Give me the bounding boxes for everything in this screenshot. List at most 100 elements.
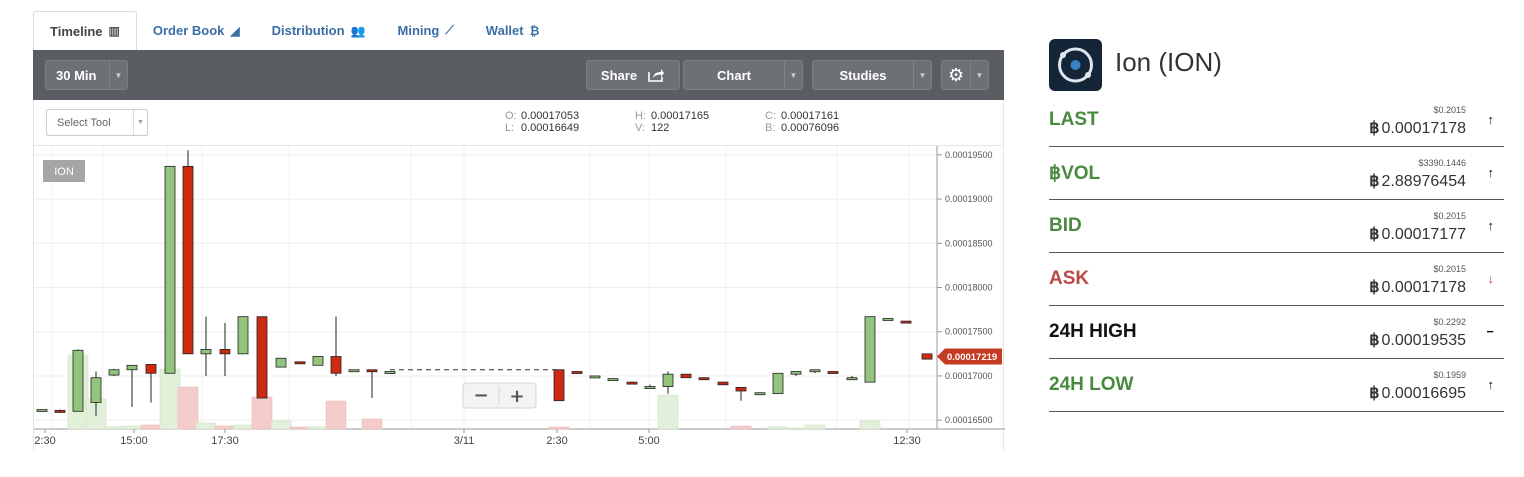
volume-bar — [307, 426, 329, 430]
zoom-out-button[interactable]: − — [473, 385, 488, 406]
candle-down — [54, 410, 66, 413]
volume-bar — [325, 400, 347, 430]
coin-header: Ion (ION) — [1049, 39, 1504, 91]
tab-timeline[interactable]: Timeline ▥ — [33, 11, 137, 50]
candle-down — [294, 361, 306, 365]
chart-toolbar: 30 Min ▼ Share Chart ▼ Studies ▼ ⚙ ▼ — [33, 50, 1004, 100]
chevron-down-icon: ▼ — [784, 61, 802, 89]
y-tick-label: 0.00018500 — [945, 238, 993, 248]
tab-wallet[interactable]: Wallet ₿ — [470, 11, 556, 50]
users-icon: 👥 — [350, 23, 366, 38]
candle-up — [384, 371, 396, 374]
studies-label: Studies — [839, 67, 887, 83]
zoom-in-button[interactable]: + — [509, 386, 524, 407]
volume-bar — [159, 368, 181, 430]
candle-up — [72, 349, 84, 412]
settings-dropdown[interactable]: ⚙ ▼ — [941, 60, 989, 90]
candle-up — [312, 356, 324, 366]
select-tool-dropdown[interactable]: Select Tool ▼ — [46, 109, 148, 136]
volume-bar — [214, 425, 236, 430]
stat-usd-value: $0.2292 — [1433, 317, 1466, 327]
close-value: 0.00017161 — [781, 110, 840, 122]
area-chart-icon: ◢ — [230, 23, 240, 38]
candle-up — [200, 349, 212, 355]
bitcoin-icon: ฿ — [1369, 332, 1380, 349]
candle-down — [182, 165, 194, 355]
stat-usd-value: $0.2015 — [1433, 211, 1466, 221]
candle-up — [882, 318, 894, 321]
chart-panel: Select Tool ▼ O: 0.00017053 L: 0.00016649 … — [33, 100, 1005, 450]
y-tick-label: 0.00019500 — [945, 150, 993, 160]
candle-down — [900, 320, 912, 324]
y-tick-label: 0.00017000 — [945, 371, 993, 381]
stat-row-ask: ASK $0.2015 ฿ 0.00017178 ↓ — [1049, 253, 1504, 306]
stat-label: ฿VOL — [1049, 163, 1101, 184]
candle-down — [717, 381, 729, 386]
chart-type-dropdown[interactable]: Chart ▼ — [683, 60, 803, 90]
volume-bar — [289, 426, 311, 430]
share-button[interactable]: Share — [586, 60, 680, 90]
ohlc-close-btcvol: C: 0.00017161 B: 0.00076096 — [765, 110, 840, 134]
ohlc-open-low: O: 0.00017053 L: 0.00016649 — [505, 110, 580, 134]
candle-down — [366, 369, 378, 373]
x-tick-label: 2:30 — [546, 435, 567, 447]
tab-label: Wallet — [485, 23, 524, 38]
candle-up — [36, 409, 48, 412]
stat-label: ASK — [1049, 268, 1090, 289]
volume-bar — [361, 418, 383, 430]
high-value: 0.00017165 — [651, 110, 710, 122]
candle-down — [827, 371, 839, 374]
stat-row-24h-low: 24H LOW $0.1959 ฿ 0.00016695 ↑ — [1049, 359, 1504, 412]
candle-down — [145, 364, 157, 374]
studies-dropdown[interactable]: Studies ▼ — [812, 60, 932, 90]
open-value: 0.00017053 — [521, 110, 580, 122]
candle-up — [790, 371, 802, 375]
candle-up — [864, 316, 876, 383]
volume-bar — [103, 426, 125, 430]
current-price-label: 0.00017219 — [947, 352, 997, 363]
volume-value: 122 — [651, 122, 670, 134]
x-tick-label: 17:30 — [211, 435, 239, 447]
tab-label: Mining — [397, 23, 440, 38]
tab-mining[interactable]: Mining ⟋ — [382, 11, 470, 50]
candle-down — [626, 381, 638, 385]
stat-btc-value: ฿ 0.00019535 — [1369, 332, 1466, 349]
market-stats: LAST $0.2015 ฿ 0.00017178 ↑ ฿VOL $3390.1446 ฿ 2.… — [1049, 94, 1504, 412]
candle-down — [921, 353, 933, 360]
volume-bar — [121, 425, 143, 430]
share-label: Share — [600, 67, 638, 83]
ion-logo — [1049, 39, 1102, 91]
y-tick-label: 0.00018000 — [945, 283, 993, 293]
symbol-label: ION — [54, 166, 74, 178]
candle-up — [275, 357, 287, 368]
candle-up — [772, 372, 784, 395]
line-chart-icon: ⟋ — [445, 23, 454, 37]
coin-name: Ion (ION) — [1115, 47, 1222, 77]
y-tick-label: 0.00016500 — [945, 415, 993, 425]
tab-distribution[interactable]: Distribution 👥 — [256, 11, 382, 50]
volume-bar — [730, 425, 752, 430]
btc-volume-value: 0.00076096 — [781, 122, 840, 134]
stat-usd-value: $0.1959 — [1433, 370, 1466, 380]
candlestick-chart[interactable]: 0.00019500 0.00019000 0.00018500 0.00018000… — [34, 146, 1005, 450]
bitcoin-icon: ₿ — [529, 23, 540, 38]
candle-down — [553, 369, 565, 402]
trend-arrow-icon: ↑ — [1487, 218, 1495, 233]
candle-up — [644, 386, 656, 389]
candle-down — [256, 316, 268, 399]
stat-btc-value: ฿ 0.00017178 — [1369, 279, 1466, 296]
chevron-down-icon: ▼ — [133, 110, 147, 135]
x-tick-label: 15:00 — [120, 435, 148, 447]
y-tick-label: 0.00019000 — [945, 194, 993, 204]
tab-order-book[interactable]: Order Book ◢ — [137, 11, 256, 50]
x-tick-label: 2:30 — [34, 435, 55, 447]
volume-bar — [657, 394, 679, 430]
chevron-down-icon: ▼ — [109, 61, 127, 89]
interval-dropdown[interactable]: 30 Min ▼ — [45, 60, 128, 90]
chevron-down-icon: ▼ — [913, 61, 931, 89]
volume-bar — [767, 426, 789, 430]
candle-up — [108, 369, 120, 376]
candle-up — [589, 375, 601, 379]
y-tick-label: 0.00017500 — [945, 327, 993, 337]
trend-arrow-icon: ↑ — [1487, 112, 1495, 127]
